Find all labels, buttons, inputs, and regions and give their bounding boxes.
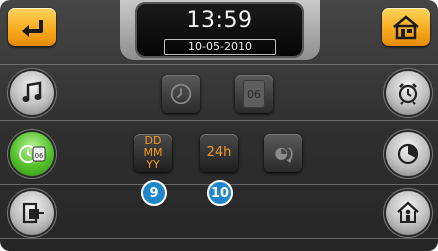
time-format-callout-badge: 10: [207, 180, 233, 206]
date-format-year: YY: [146, 158, 160, 171]
house-person-icon: [397, 201, 419, 223]
home-button[interactable]: [382, 8, 430, 46]
time-format-button[interactable]: 24h: [200, 134, 238, 172]
back-button[interactable]: [8, 8, 56, 46]
alarm-button[interactable]: [386, 71, 430, 115]
clock-sync-button[interactable]: [264, 134, 302, 172]
row-divider: [0, 238, 438, 239]
house-person-button[interactable]: [386, 191, 430, 235]
row-divider: [0, 64, 438, 65]
calendar-day-label: 06: [243, 80, 265, 108]
music-note-icon: [22, 81, 42, 102]
calendar-day-button[interactable]: 06: [235, 75, 273, 113]
date-format-callout-badge: 9: [141, 180, 167, 206]
exit-button[interactable]: [10, 191, 54, 235]
alarm-clock-icon: [398, 83, 418, 105]
timer-button[interactable]: [386, 132, 430, 176]
back-arrow-icon: [22, 20, 43, 37]
clock-time: 13:59: [186, 8, 253, 33]
clock-calendar-icon: 06: [19, 145, 46, 163]
home-icon: [393, 15, 419, 40]
time-format-label: 24h: [206, 145, 232, 160]
date-format-button[interactable]: DD MM YY: [134, 134, 172, 172]
analog-clock-button[interactable]: [162, 75, 200, 113]
clock-calendar-button[interactable]: 06: [10, 132, 54, 176]
music-button[interactable]: [10, 71, 54, 115]
door-exit-icon: [22, 202, 44, 224]
timer-icon: [397, 143, 419, 165]
clock-sync-icon: [275, 147, 293, 163]
analog-clock-icon: [170, 83, 192, 105]
clock-settings-screen: 13:59 10-05-2010 06 06 DD MM YY 24h 9 10: [0, 0, 438, 251]
calendar-day-text: 06: [35, 152, 44, 160]
row-divider: [0, 120, 438, 121]
clock-date: 10-05-2010: [188, 40, 252, 53]
